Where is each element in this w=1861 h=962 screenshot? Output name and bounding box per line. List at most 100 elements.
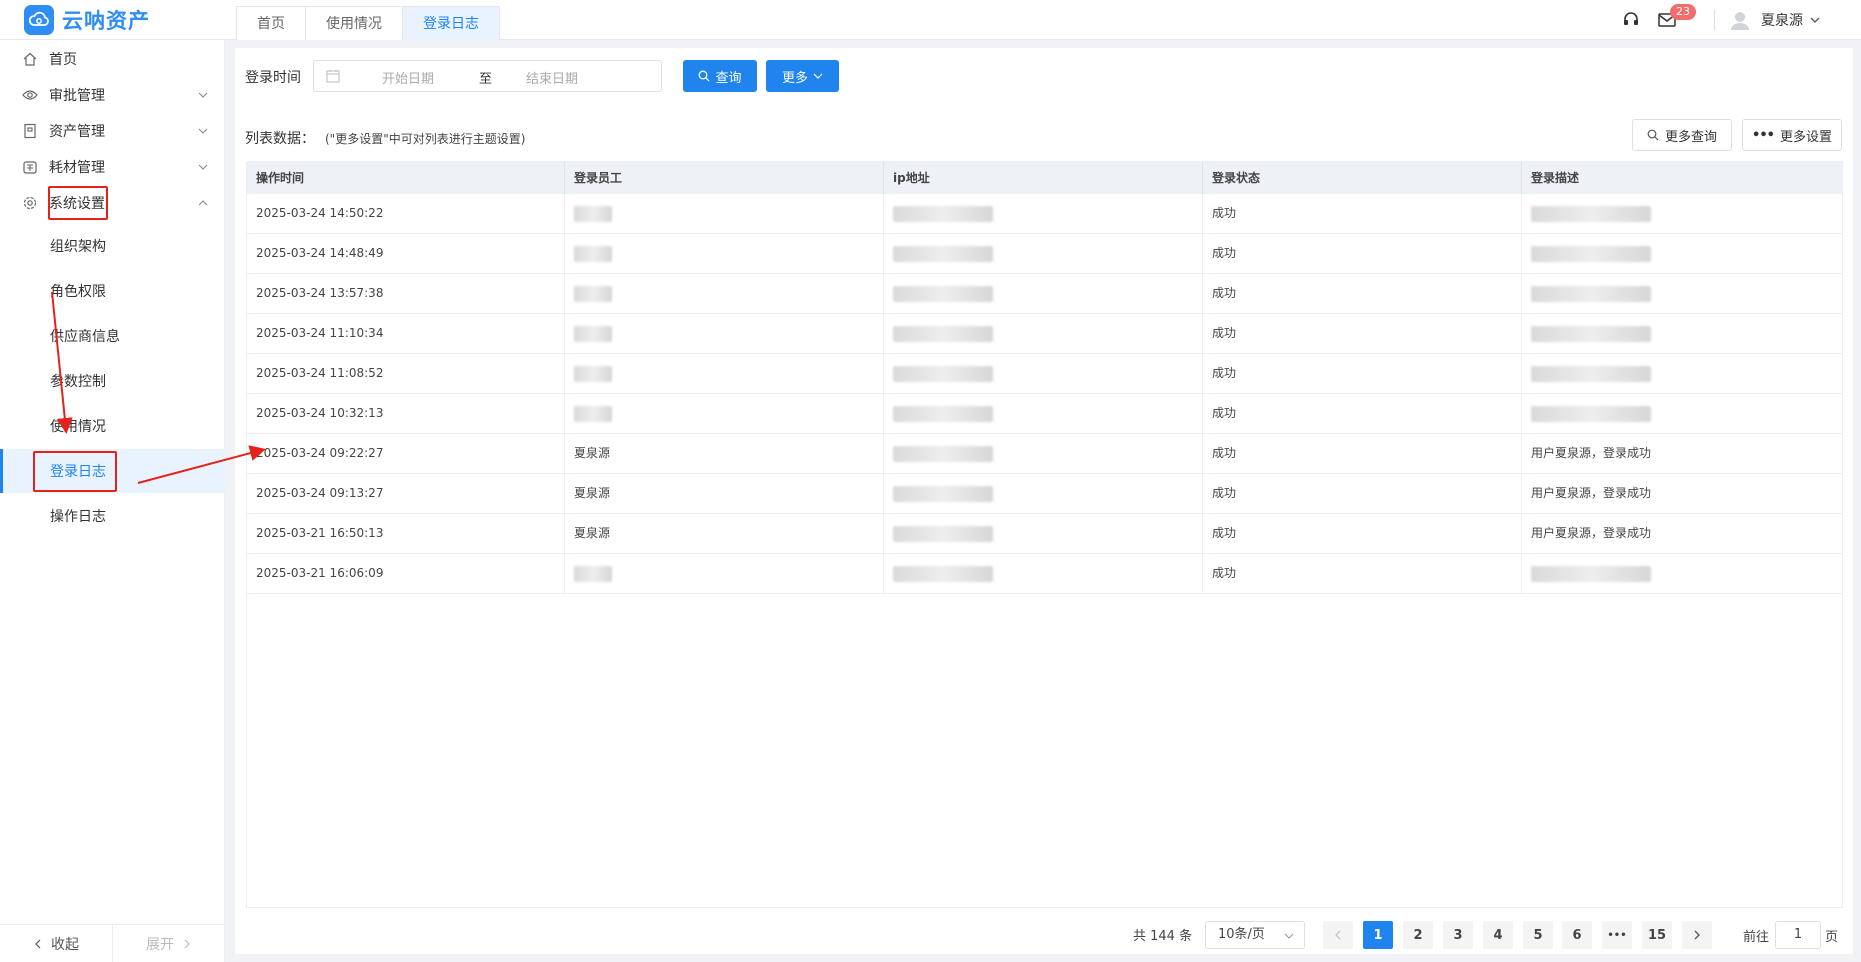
table-row[interactable]: 2025-03-21 16:50:13 夏泉源 成功 用户夏泉源，登录成功 bbox=[247, 514, 1842, 554]
column-header-status[interactable]: 登录状态 bbox=[1203, 162, 1522, 194]
goto-unit: 页 bbox=[1825, 930, 1839, 945]
page-15-button[interactable]: 15 bbox=[1642, 921, 1672, 949]
cell-ip bbox=[884, 394, 1203, 433]
cell-description bbox=[1522, 194, 1842, 233]
notification-badge: 23 bbox=[1670, 4, 1696, 20]
more-dropdown-button[interactable]: 更多 bbox=[766, 60, 839, 92]
redacted-value bbox=[574, 245, 612, 262]
sidebar-item-operation-log[interactable]: 操作日志 bbox=[0, 494, 225, 538]
cell-description bbox=[1522, 234, 1842, 273]
cell-employee: 夏泉源 bbox=[565, 474, 884, 513]
chevron-up-icon bbox=[198, 200, 208, 206]
page-2-button[interactable]: 2 bbox=[1403, 921, 1433, 949]
sidebar-item-label: 首页 bbox=[49, 52, 77, 68]
home-icon bbox=[23, 52, 37, 66]
chevron-right-icon bbox=[1694, 930, 1700, 940]
tab-bar: 首页 使用情况 登录日志 bbox=[236, 6, 500, 40]
page-size-select[interactable]: 10条/页 bbox=[1205, 921, 1305, 949]
redacted-value bbox=[574, 405, 612, 422]
query-button[interactable]: 查询 bbox=[683, 60, 757, 92]
cell-status: 成功 bbox=[1203, 554, 1522, 593]
page-ellipsis-button[interactable]: ••• bbox=[1602, 921, 1632, 949]
page-5-button[interactable]: 5 bbox=[1523, 921, 1553, 949]
sidebar-item-supplies[interactable]: 耗材管理 bbox=[0, 150, 225, 184]
redacted-value bbox=[893, 325, 993, 342]
chevron-down-icon bbox=[1284, 933, 1294, 939]
redacted-value bbox=[574, 205, 612, 222]
cell-employee bbox=[565, 354, 884, 393]
tab-home[interactable]: 首页 bbox=[236, 6, 306, 40]
goto-page-input[interactable]: 1 bbox=[1775, 921, 1821, 949]
sidebar-item-system-settings[interactable]: 系统设置 bbox=[0, 186, 225, 220]
cell-time: 2025-03-24 13:57:38 bbox=[247, 274, 565, 313]
table-row[interactable]: 2025-03-24 09:22:27 夏泉源 成功 用户夏泉源，登录成功 bbox=[247, 434, 1842, 474]
page-4-button[interactable]: 4 bbox=[1483, 921, 1513, 949]
column-header-description[interactable]: 登录描述 bbox=[1522, 162, 1842, 194]
chevron-down-icon bbox=[198, 92, 208, 98]
goto-label: 前往 bbox=[1743, 930, 1770, 945]
table-header: 操作时间 登录员工 ip地址 登录状态 登录描述 bbox=[247, 162, 1842, 194]
cell-status: 成功 bbox=[1203, 314, 1522, 353]
cell-description bbox=[1522, 274, 1842, 313]
cell-description bbox=[1522, 554, 1842, 593]
cell-time: 2025-03-24 11:08:52 bbox=[247, 354, 565, 393]
sidebar-item-home[interactable]: 首页 bbox=[0, 42, 225, 76]
supplies-icon bbox=[23, 161, 37, 174]
sidebar-item-org-structure[interactable]: 组织架构 bbox=[0, 224, 225, 268]
cell-time: 2025-03-21 16:50:13 bbox=[247, 514, 565, 553]
table-row[interactable]: 2025-03-24 11:08:52 成功 bbox=[247, 354, 1842, 394]
redacted-value bbox=[574, 365, 612, 382]
list-hint: ("更多设置"中可对列表进行主题设置) bbox=[325, 132, 526, 146]
column-header-ip[interactable]: ip地址 bbox=[884, 162, 1203, 194]
more-settings-button[interactable]: ••• 更多设置 bbox=[1742, 119, 1842, 151]
sidebar-item-approval[interactable]: 审批管理 bbox=[0, 78, 225, 112]
page-6-button[interactable]: 6 bbox=[1562, 921, 1592, 949]
table-row[interactable]: 2025-03-24 11:10:34 成功 bbox=[247, 314, 1842, 354]
redacted-value bbox=[893, 565, 993, 582]
table-row[interactable]: 2025-03-24 14:48:49 成功 bbox=[247, 234, 1842, 274]
main-content: 登录时间 开始日期 至 结束日期 查询 更多 列表数据： ("更多设置"中可对列表… bbox=[235, 48, 1853, 954]
next-page-button[interactable] bbox=[1682, 921, 1712, 949]
page-3-button[interactable]: 3 bbox=[1443, 921, 1473, 949]
page-1-button[interactable]: 1 bbox=[1363, 921, 1393, 949]
table-row[interactable]: 2025-03-21 16:06:09 成功 bbox=[247, 554, 1842, 594]
redacted-value bbox=[893, 205, 993, 222]
table-row[interactable]: 2025-03-24 14:50:22 成功 bbox=[247, 194, 1842, 234]
cell-status: 成功 bbox=[1203, 394, 1522, 433]
collapse-button[interactable]: 收起 bbox=[0, 925, 112, 962]
tab-usage[interactable]: 使用情况 bbox=[305, 6, 403, 40]
app-logo[interactable]: 云呐资产 bbox=[24, 5, 150, 35]
table-row[interactable]: 2025-03-24 10:32:13 成功 bbox=[247, 394, 1842, 434]
cell-status: 成功 bbox=[1203, 434, 1522, 473]
expand-button[interactable]: 展开 bbox=[112, 925, 225, 962]
cell-time: 2025-03-24 10:32:13 bbox=[247, 394, 565, 433]
table-row[interactable]: 2025-03-24 13:57:38 成功 bbox=[247, 274, 1842, 314]
date-range-picker[interactable]: 开始日期 至 结束日期 bbox=[313, 60, 662, 92]
sidebar-item-parameters[interactable]: 参数控制 bbox=[0, 359, 225, 403]
cloud-logo-icon bbox=[24, 5, 54, 35]
headset-icon[interactable] bbox=[1620, 9, 1642, 31]
cell-ip bbox=[884, 434, 1203, 473]
column-header-employee[interactable]: 登录员工 bbox=[565, 162, 884, 194]
start-date-input[interactable]: 开始日期 bbox=[382, 68, 434, 87]
cell-ip bbox=[884, 354, 1203, 393]
mail-icon[interactable]: 23 bbox=[1656, 4, 1696, 31]
sidebar-item-assets[interactable]: 资产管理 bbox=[0, 114, 225, 148]
more-query-button[interactable]: 更多查询 bbox=[1632, 119, 1732, 151]
tab-login-log[interactable]: 登录日志 bbox=[402, 6, 500, 40]
end-date-input[interactable]: 结束日期 bbox=[526, 68, 578, 87]
eye-icon bbox=[22, 90, 38, 100]
prev-page-button[interactable] bbox=[1323, 921, 1353, 949]
cell-description: 用户夏泉源，登录成功 bbox=[1531, 526, 1652, 540]
sidebar-item-suppliers[interactable]: 供应商信息 bbox=[0, 314, 225, 358]
sidebar-item-usage[interactable]: 使用情况 bbox=[0, 404, 225, 448]
column-header-time[interactable]: 操作时间 bbox=[247, 162, 565, 194]
chevron-down-icon bbox=[1810, 17, 1820, 23]
annotation-box-login-log bbox=[33, 451, 117, 492]
user-menu[interactable]: 夏泉源 bbox=[1729, 9, 1861, 31]
table-row[interactable]: 2025-03-24 09:13:27 夏泉源 成功 用户夏泉源，登录成功 bbox=[247, 474, 1842, 514]
redacted-value bbox=[893, 405, 993, 422]
sidebar-item-label: 参数控制 bbox=[50, 374, 106, 390]
cell-ip bbox=[884, 514, 1203, 553]
sidebar-item-role-permissions[interactable]: 角色权限 bbox=[0, 269, 225, 313]
